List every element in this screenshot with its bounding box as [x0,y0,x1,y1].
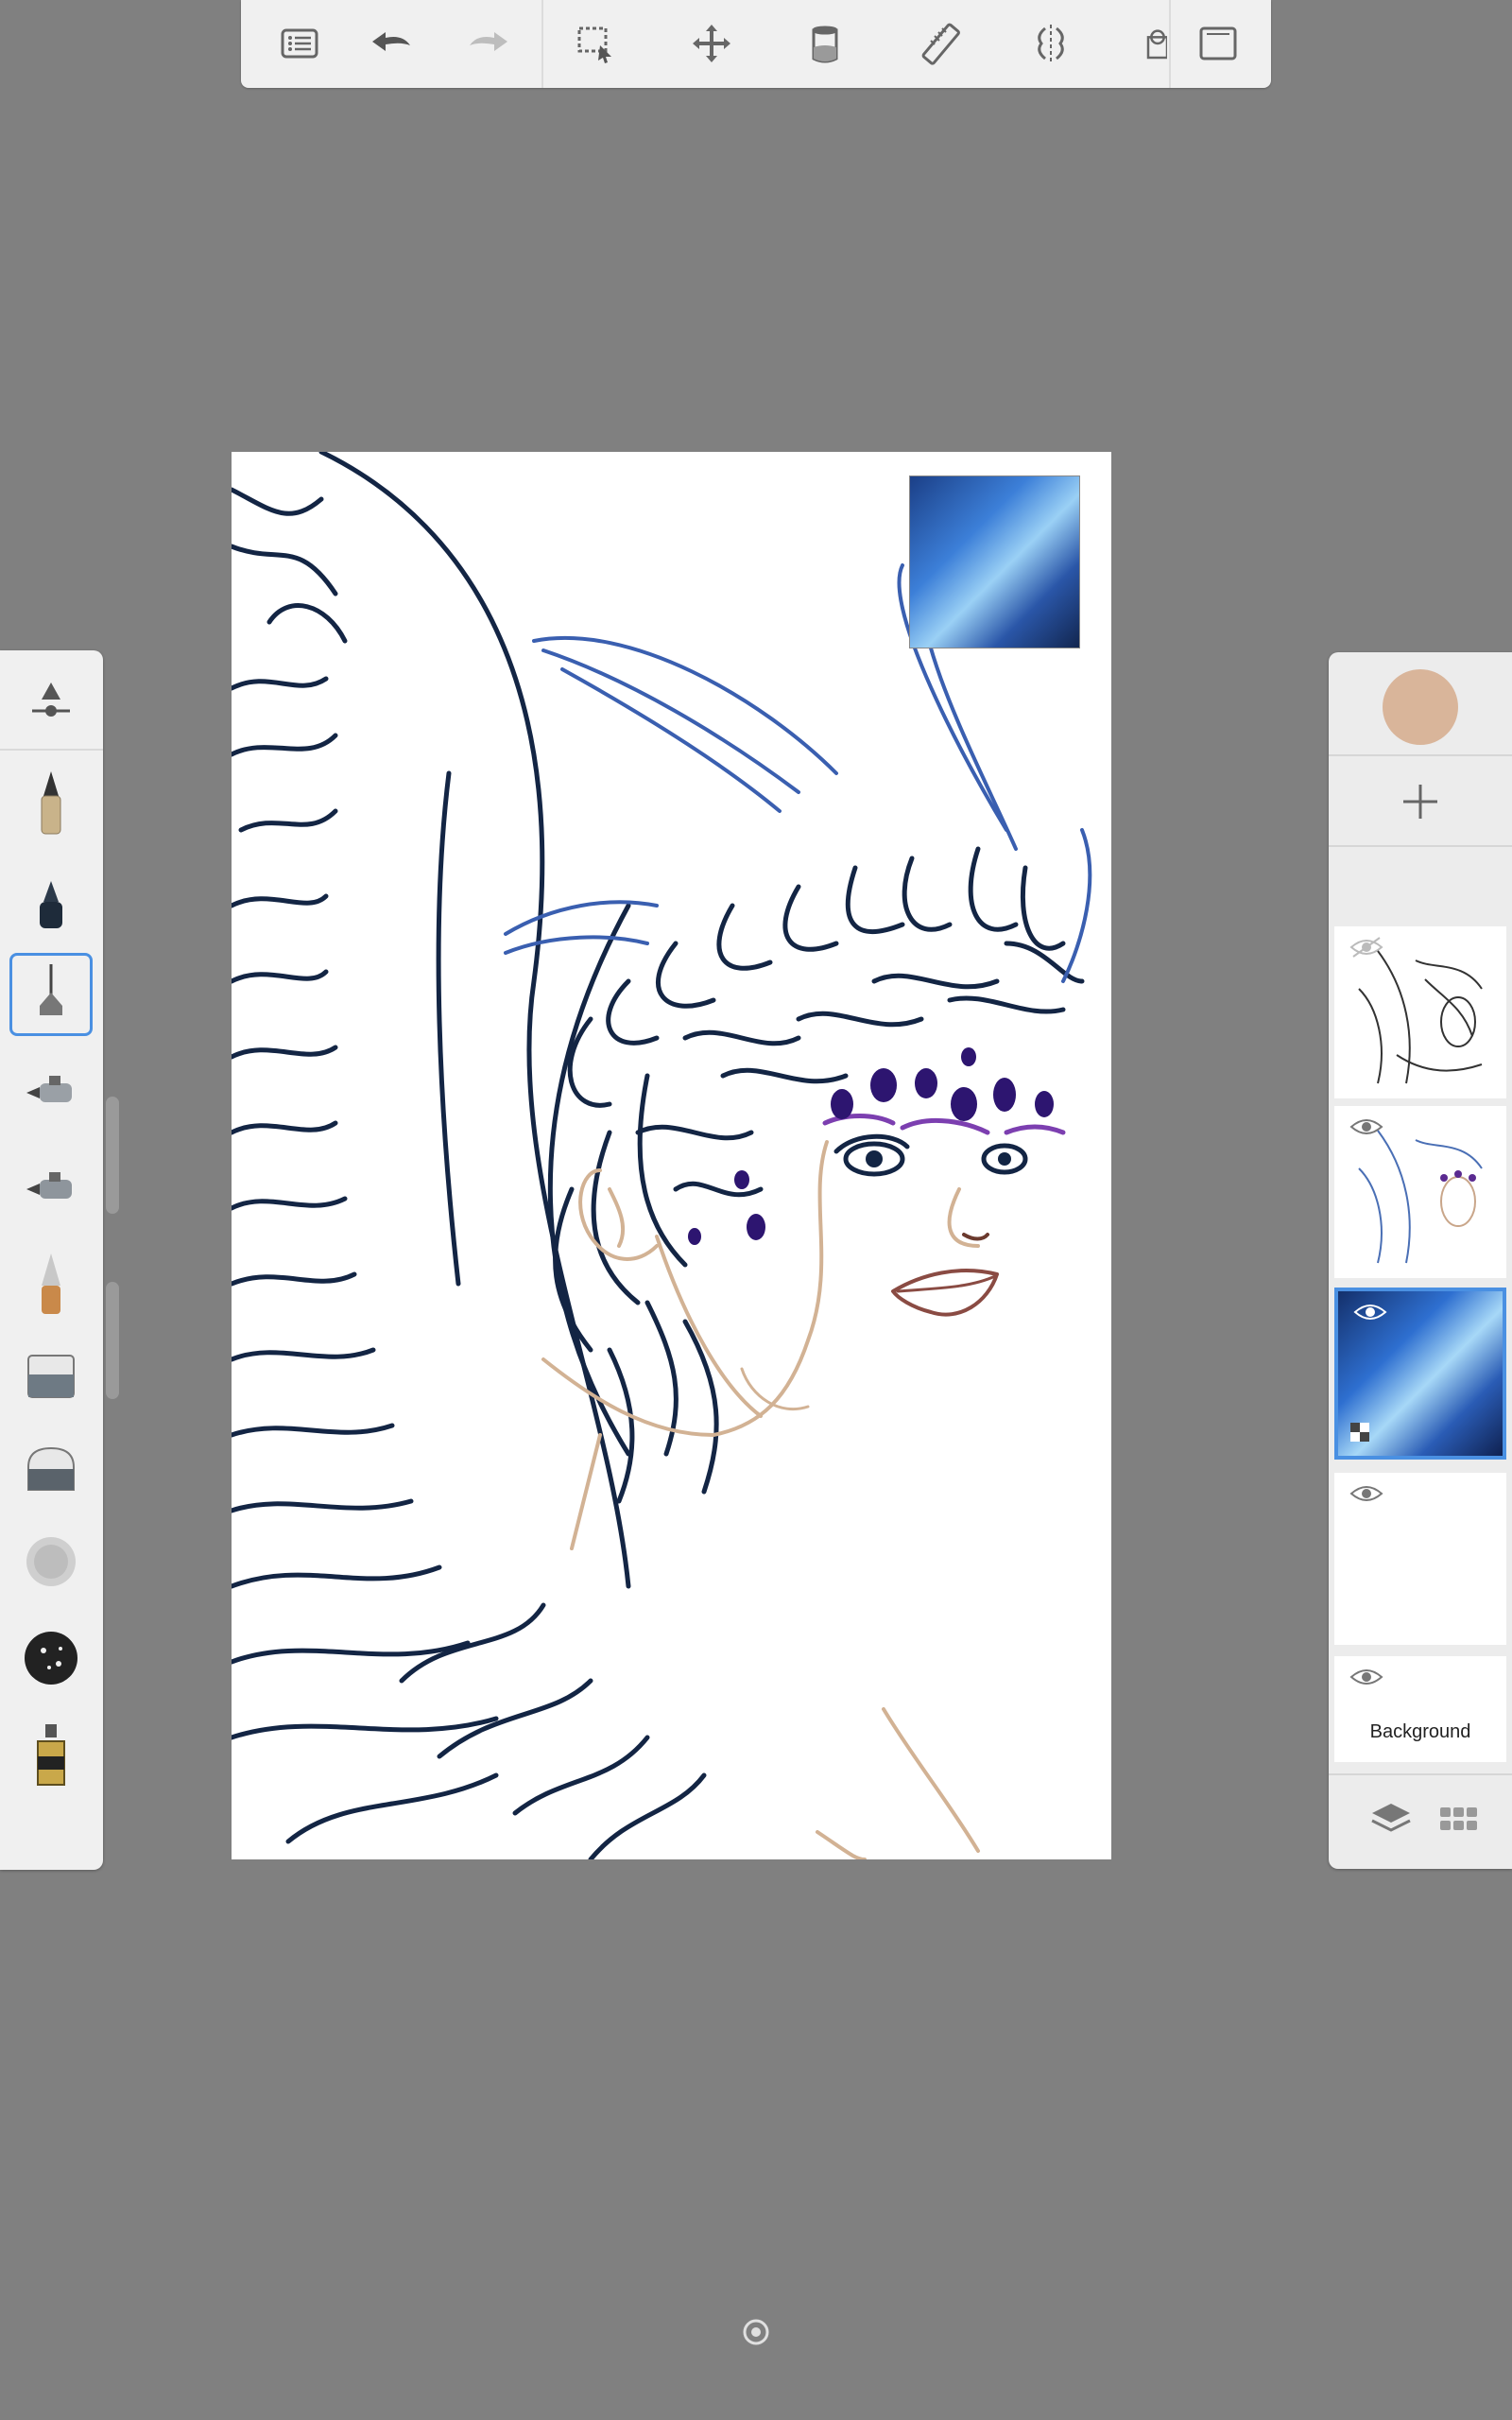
pencil-icon[interactable] [9,762,93,845]
layer-thumbnail-3-selected[interactable] [1334,1288,1506,1460]
drawing-canvas[interactable] [232,452,1111,1859]
layers-icon[interactable] [1368,1796,1414,1841]
layer-thumbnail-2[interactable] [1334,1106,1506,1278]
grid-icon[interactable] [1436,1796,1482,1841]
paint-tube-icon[interactable] [9,1713,93,1796]
layer-background[interactable]: Background [1334,1656,1506,1762]
chisel-eraser-icon[interactable] [9,1333,93,1416]
color-swatch[interactable] [1383,669,1458,745]
symmetry-icon[interactable] [1021,13,1081,74]
eye-icon[interactable] [1349,1482,1383,1505]
top-toolbar [241,0,1271,88]
menu-icon[interactable] [269,13,330,74]
toolbar-divider [1169,0,1171,88]
transform-icon[interactable] [681,13,742,74]
palette-scroll-handle-2[interactable] [106,1282,119,1399]
reference-image[interactable] [909,475,1080,648]
airbrush-icon[interactable] [9,1049,93,1132]
redo-icon[interactable] [458,13,519,74]
layer-preview [1358,1130,1483,1264]
puck-icon[interactable] [742,2318,770,2346]
toolbar-divider [541,0,543,88]
brush-palette [0,650,103,1870]
spray-icon[interactable] [9,1520,93,1603]
ruler-icon[interactable] [910,13,971,74]
ballpoint-pen-icon[interactable] [9,862,93,945]
undo-icon[interactable] [361,13,421,74]
fullscreen-icon[interactable] [1188,13,1248,74]
artwork [232,452,1092,1859]
eye-icon[interactable] [1349,1666,1383,1688]
layer-thumbnail-1[interactable] [1334,926,1506,1098]
technical-pen-icon[interactable] [9,953,93,1036]
splatter-icon[interactable] [9,1616,93,1700]
palette-scroll-handle[interactable] [106,1097,119,1214]
selection-icon[interactable] [566,13,627,74]
alpha-lock-icon[interactable] [1349,1422,1370,1443]
layer-thumbnail-4[interactable] [1334,1473,1506,1645]
eye-icon[interactable] [1353,1301,1387,1323]
layer-preview [1358,950,1483,1084]
layer-panel: Background [1329,652,1512,1869]
plus-icon [1403,785,1437,819]
marker-icon[interactable] [9,1242,93,1325]
add-layer-button[interactable] [1392,773,1449,830]
soft-eraser-icon[interactable] [9,1426,93,1509]
shape-icon[interactable] [1129,13,1167,74]
airbrush-2-icon[interactable] [9,1146,93,1229]
background-layer-label: Background [1369,1721,1471,1742]
brush-properties-icon[interactable] [9,660,93,743]
fill-icon[interactable] [795,13,855,74]
